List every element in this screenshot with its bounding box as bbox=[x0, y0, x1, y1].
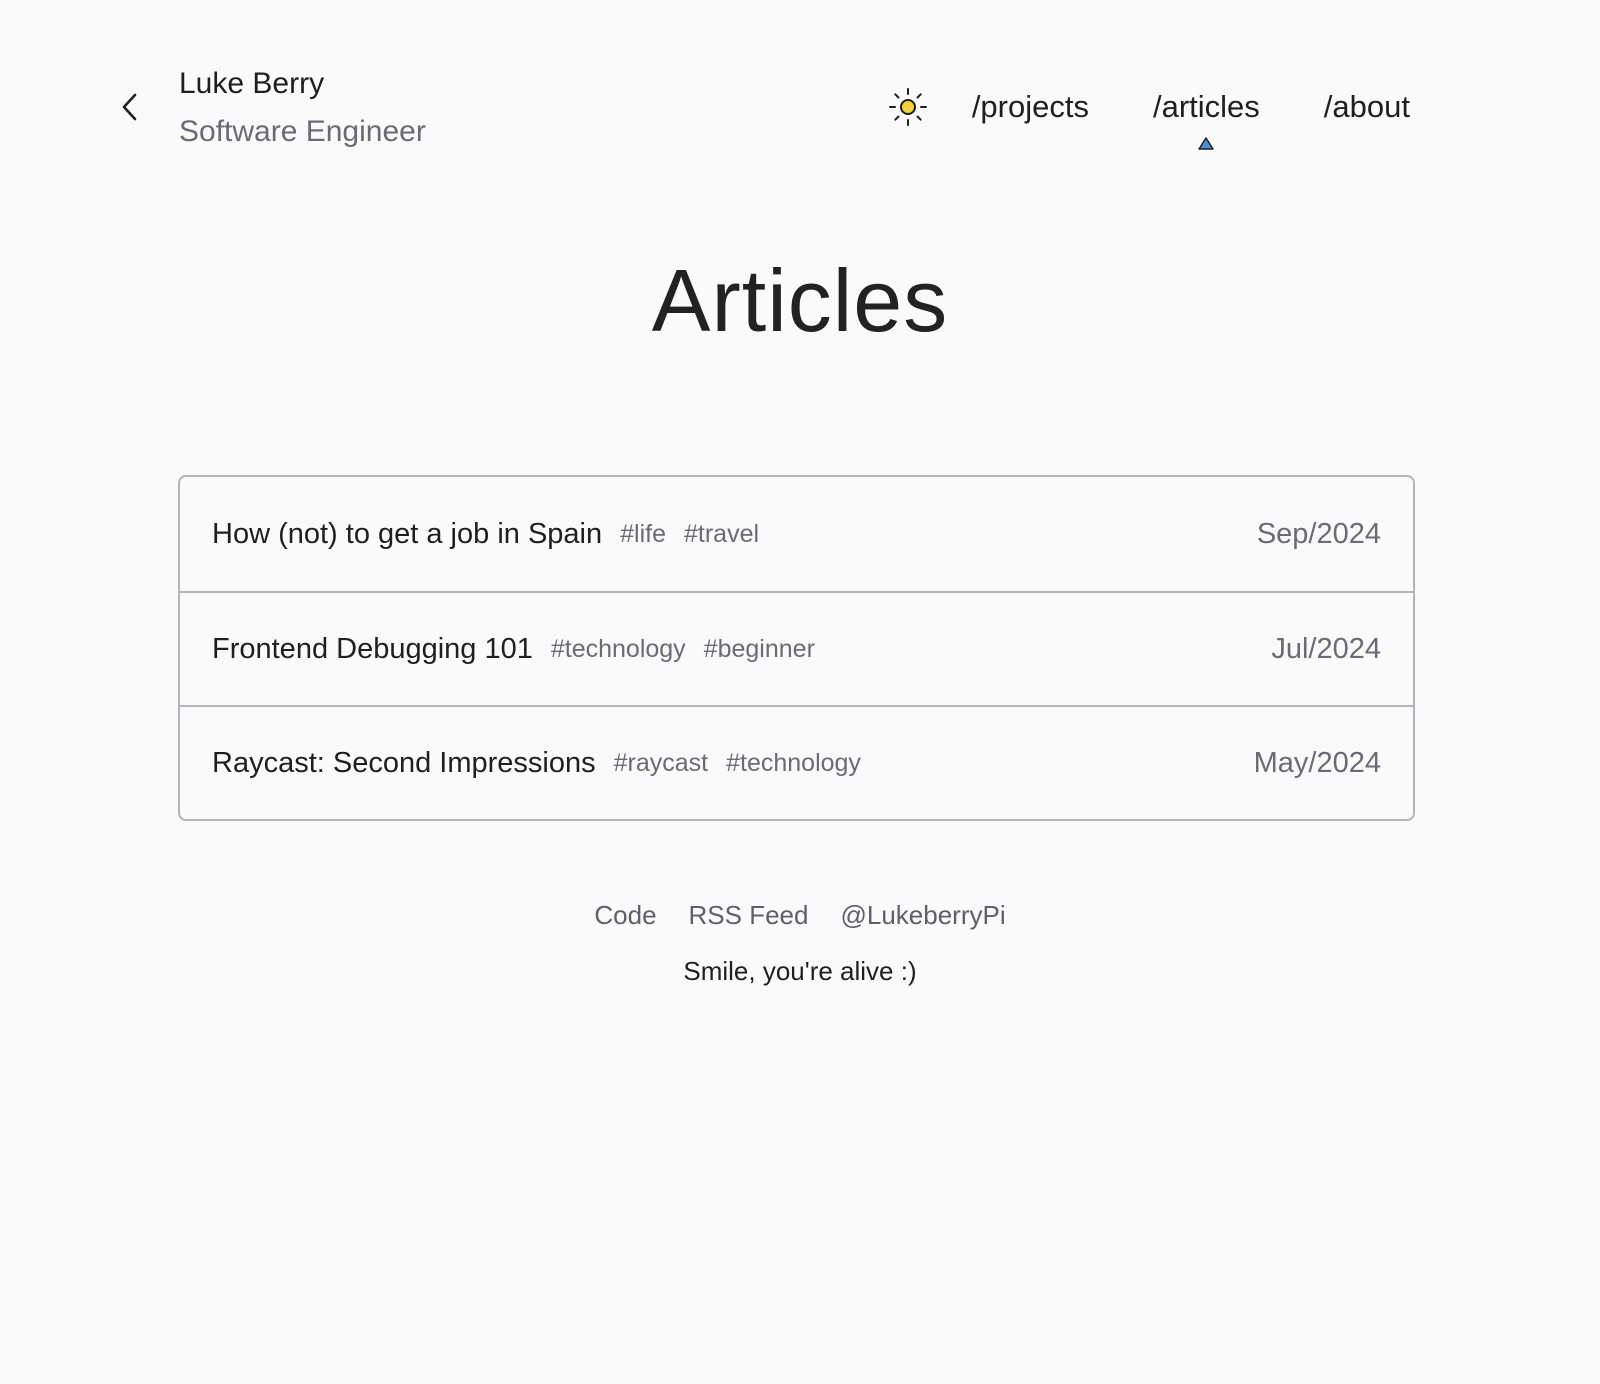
article-tag[interactable]: #beginner bbox=[704, 635, 815, 664]
article-title[interactable]: Frontend Debugging 101 bbox=[212, 633, 533, 666]
article-date: Jul/2024 bbox=[1271, 632, 1381, 665]
back-button[interactable] bbox=[116, 90, 144, 124]
nav-link-projects[interactable]: /projects bbox=[972, 89, 1089, 125]
article-date: Sep/2024 bbox=[1256, 517, 1381, 550]
main-nav: /projects /articles /about bbox=[888, 82, 1410, 150]
article-tag[interactable]: #technology bbox=[726, 749, 861, 778]
article-title[interactable]: Raycast: Second Impressions bbox=[212, 747, 596, 780]
site-header: Luke Berry Software Engineer /projects /… bbox=[110, 60, 1410, 156]
footer-links: Code RSS Feed @LukeberryPi bbox=[0, 900, 1600, 931]
author-role: Software Engineer bbox=[179, 115, 426, 148]
article-row[interactable]: How (not) to get a job in Spain #life #t… bbox=[180, 477, 1413, 591]
nav-link-articles[interactable]: /articles bbox=[1152, 89, 1260, 150]
article-tag[interactable]: #travel bbox=[684, 520, 759, 549]
chevron-left-icon bbox=[122, 93, 137, 121]
footer-link-code[interactable]: Code bbox=[594, 900, 656, 931]
sun-icon bbox=[888, 88, 927, 126]
page-title: Articles bbox=[651, 251, 949, 350]
article-row[interactable]: Raycast: Second Impressions #raycast #te… bbox=[180, 705, 1413, 819]
nav-link-articles-label: /articles bbox=[1152, 89, 1260, 124]
article-row[interactable]: Frontend Debugging 101 #technology #begi… bbox=[180, 591, 1413, 705]
footer-link-rss[interactable]: RSS Feed bbox=[689, 900, 809, 931]
article-tag[interactable]: #raycast bbox=[614, 749, 708, 778]
footer-link-social[interactable]: @LukeberryPi bbox=[840, 900, 1005, 931]
theme-toggle-button[interactable] bbox=[888, 87, 928, 127]
footer-tagline: Smile, you're alive :) bbox=[683, 956, 917, 986]
article-date: May/2024 bbox=[1253, 746, 1381, 779]
article-title[interactable]: How (not) to get a job in Spain bbox=[212, 518, 602, 551]
active-indicator-icon bbox=[1198, 137, 1215, 150]
page: Luke Berry Software Engineer /projects /… bbox=[0, 0, 1600, 1384]
article-tag[interactable]: #life bbox=[620, 520, 666, 549]
site-identity: Luke Berry Software Engineer bbox=[179, 66, 426, 150]
article-list: How (not) to get a job in Spain #life #t… bbox=[178, 475, 1415, 821]
nav-link-about[interactable]: /about bbox=[1324, 89, 1410, 125]
article-tag[interactable]: #technology bbox=[551, 635, 686, 664]
author-name: Luke Berry bbox=[179, 67, 325, 100]
